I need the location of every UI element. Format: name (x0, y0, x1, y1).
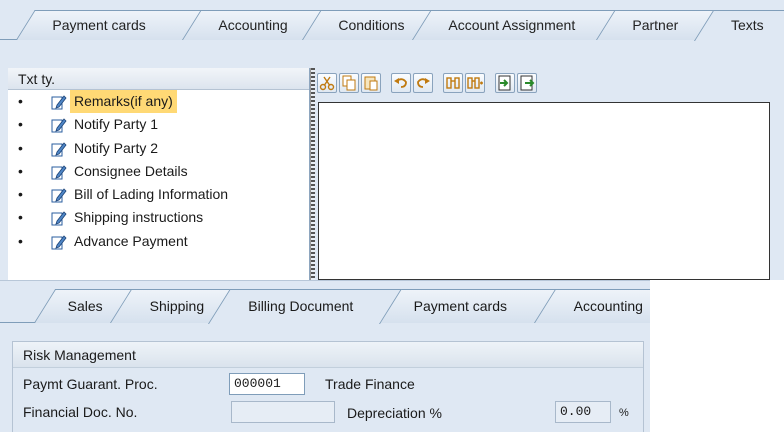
text-type-label: Shipping instructions (74, 209, 204, 226)
texts-panel: Payment cards Accounting Conditions Acco… (0, 0, 784, 280)
payment-guarantee-row: Paymt Guarant. Proc. 000001 Trade Financ… (13, 371, 645, 397)
text-type-item[interactable]: • Advance Payment (8, 230, 309, 253)
edit-text-icon (51, 94, 67, 110)
tab-texts[interactable]: Texts (694, 10, 784, 41)
top-tab-strip: Payment cards Accounting Conditions Acco… (0, 0, 784, 41)
copy-icon[interactable] (339, 73, 359, 93)
text-type-label: Notify Party 2 (74, 139, 159, 156)
financial-doc-row: Financial Doc. No. Depreciation % 0.00 % (13, 399, 645, 425)
depreciation-field[interactable]: 0.00 (555, 401, 611, 423)
bullet-icon: • (18, 186, 23, 203)
bullet-icon: • (18, 162, 23, 179)
edit-text-icon (51, 187, 67, 203)
editor-toolbar (315, 68, 784, 102)
bullet-icon: • (18, 209, 23, 226)
edit-text-icon (51, 234, 67, 250)
edit-text-icon (51, 141, 67, 157)
edit-text-icon (51, 164, 67, 180)
bottom-tab-strip: Sales Shipping Billing Document Payment … (0, 281, 650, 324)
tab-payment-cards[interactable]: Payment cards (16, 10, 207, 40)
text-type-item[interactable]: • Consignee Details (8, 160, 309, 183)
text-type-item[interactable]: • Notify Party 1 (8, 113, 309, 136)
financial-doc-label: Financial Doc. No. (23, 404, 138, 420)
bullet-icon: • (18, 232, 23, 249)
payment-guarantee-field[interactable]: 000001 (229, 373, 305, 395)
tab-account-assignment[interactable]: Account Assignment (412, 10, 621, 40)
bullet-icon: • (18, 93, 23, 109)
tab-accounting-bottom[interactable]: Accounting (534, 289, 650, 323)
depreciation-label: Depreciation % (347, 405, 442, 421)
risk-management-group: Risk Management Paymt Guarant. Proc. 000… (12, 341, 644, 432)
find-icon[interactable] (443, 73, 463, 93)
bullet-icon: • (18, 116, 23, 133)
group-title: Risk Management (13, 342, 643, 368)
text-type-item[interactable]: • Remarks(if any) (8, 90, 309, 113)
financial-doc-field[interactable] (231, 401, 335, 423)
text-type-label: Remarks(if any) (70, 90, 177, 113)
find-next-icon[interactable] (465, 73, 485, 93)
redo-icon[interactable] (413, 73, 433, 93)
export-icon[interactable] (517, 73, 537, 93)
tab-billing-document[interactable]: Billing Document (208, 289, 402, 324)
bullet-icon: • (18, 139, 23, 156)
text-type-item[interactable]: • Bill of Lading Information (8, 183, 309, 206)
paste-icon[interactable] (361, 73, 381, 93)
text-editor-area[interactable] (318, 102, 770, 280)
text-type-item[interactable]: • Notify Party 2 (8, 137, 309, 160)
text-type-label: Notify Party 1 (74, 116, 159, 133)
edit-text-icon (51, 210, 67, 226)
payment-guarantee-description: Trade Finance (325, 376, 415, 392)
text-type-label: Bill of Lading Information (74, 186, 229, 203)
payment-guarantee-label: Paymt Guarant. Proc. (23, 376, 158, 392)
text-type-label: Consignee Details (74, 162, 188, 179)
cut-icon[interactable] (317, 73, 337, 93)
undo-icon[interactable] (391, 73, 411, 93)
depreciation-unit: % (619, 407, 629, 419)
text-type-item[interactable]: • Shipping instructions (8, 206, 309, 229)
text-type-tree: Txt ty. • Remarks(if any) • Notify Party 1 •… (8, 68, 310, 280)
import-icon[interactable] (495, 73, 515, 93)
edit-text-icon (51, 117, 67, 133)
billing-panel: Sales Shipping Billing Document Payment … (0, 280, 650, 432)
tab-payment-cards-bottom[interactable]: Payment cards (374, 289, 562, 323)
text-type-label: Advance Payment (74, 232, 188, 249)
tree-header: Txt ty. (8, 68, 309, 90)
